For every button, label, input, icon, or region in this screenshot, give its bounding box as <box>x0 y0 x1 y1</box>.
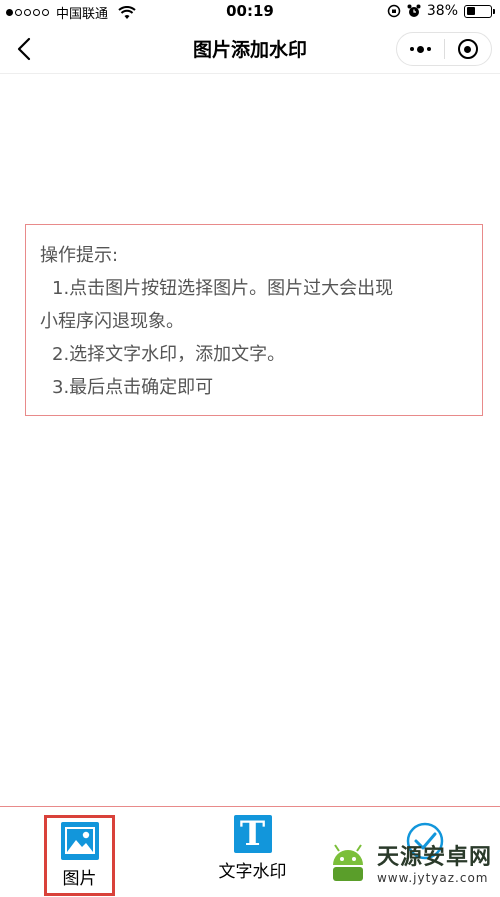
more-dots-icon <box>409 45 431 53</box>
status-right: 38% <box>387 3 495 19</box>
bottom-toolbar: 图片 T 文字水印 天源安卓网 www.jytyaz.com <box>0 806 500 897</box>
watermark-site-name: 天源安卓网 <box>376 845 492 870</box>
text-watermark-tab-button[interactable]: T 文字水印 <box>205 814 300 882</box>
battery-percent: 38% <box>426 3 458 19</box>
site-watermark: 天源安卓网 www.jytyaz.com <box>325 839 492 885</box>
text-watermark-tab-label: 文字水印 <box>218 862 287 882</box>
instruction-box: 操作提示: 1.点击图片按钮选择图片。图片过大会出现 小程序闪退现象。 2.选择… <box>25 224 483 416</box>
text-icon: T <box>233 814 272 854</box>
battery-level <box>466 7 476 15</box>
tips-heading: 操作提示: <box>40 245 119 266</box>
tips-step-2: 2.选择文字水印，添加文字。 <box>52 344 286 365</box>
orientation-lock-icon <box>387 4 401 18</box>
navigation-bar: 图片添加水印 <box>0 24 500 74</box>
watermark-site-url: www.jytyaz.com <box>376 871 489 885</box>
image-icon <box>60 822 99 860</box>
more-button[interactable] <box>397 33 444 65</box>
android-logo-icon <box>332 844 363 881</box>
image-tab-button[interactable]: 图片 <box>44 815 115 896</box>
image-tab-label: 图片 <box>62 869 97 889</box>
alarm-icon <box>407 4 421 17</box>
tips-step-3: 3.最后点击确定即可 <box>52 377 214 398</box>
mini-program-capsule <box>396 32 492 66</box>
close-mini-program-button[interactable] <box>444 33 491 65</box>
watermark-text: 天源安卓网 www.jytyaz.com <box>377 839 492 885</box>
tips-step-1-continued: 小程序闪退现象。 <box>40 311 184 332</box>
status-bar: 中国联通 00:19 38% <box>0 0 500 24</box>
battery-icon <box>464 4 495 18</box>
target-circle-icon <box>457 39 478 59</box>
tips-step-1: 1.点击图片按钮选择图片。图片过大会出现 <box>52 278 394 299</box>
